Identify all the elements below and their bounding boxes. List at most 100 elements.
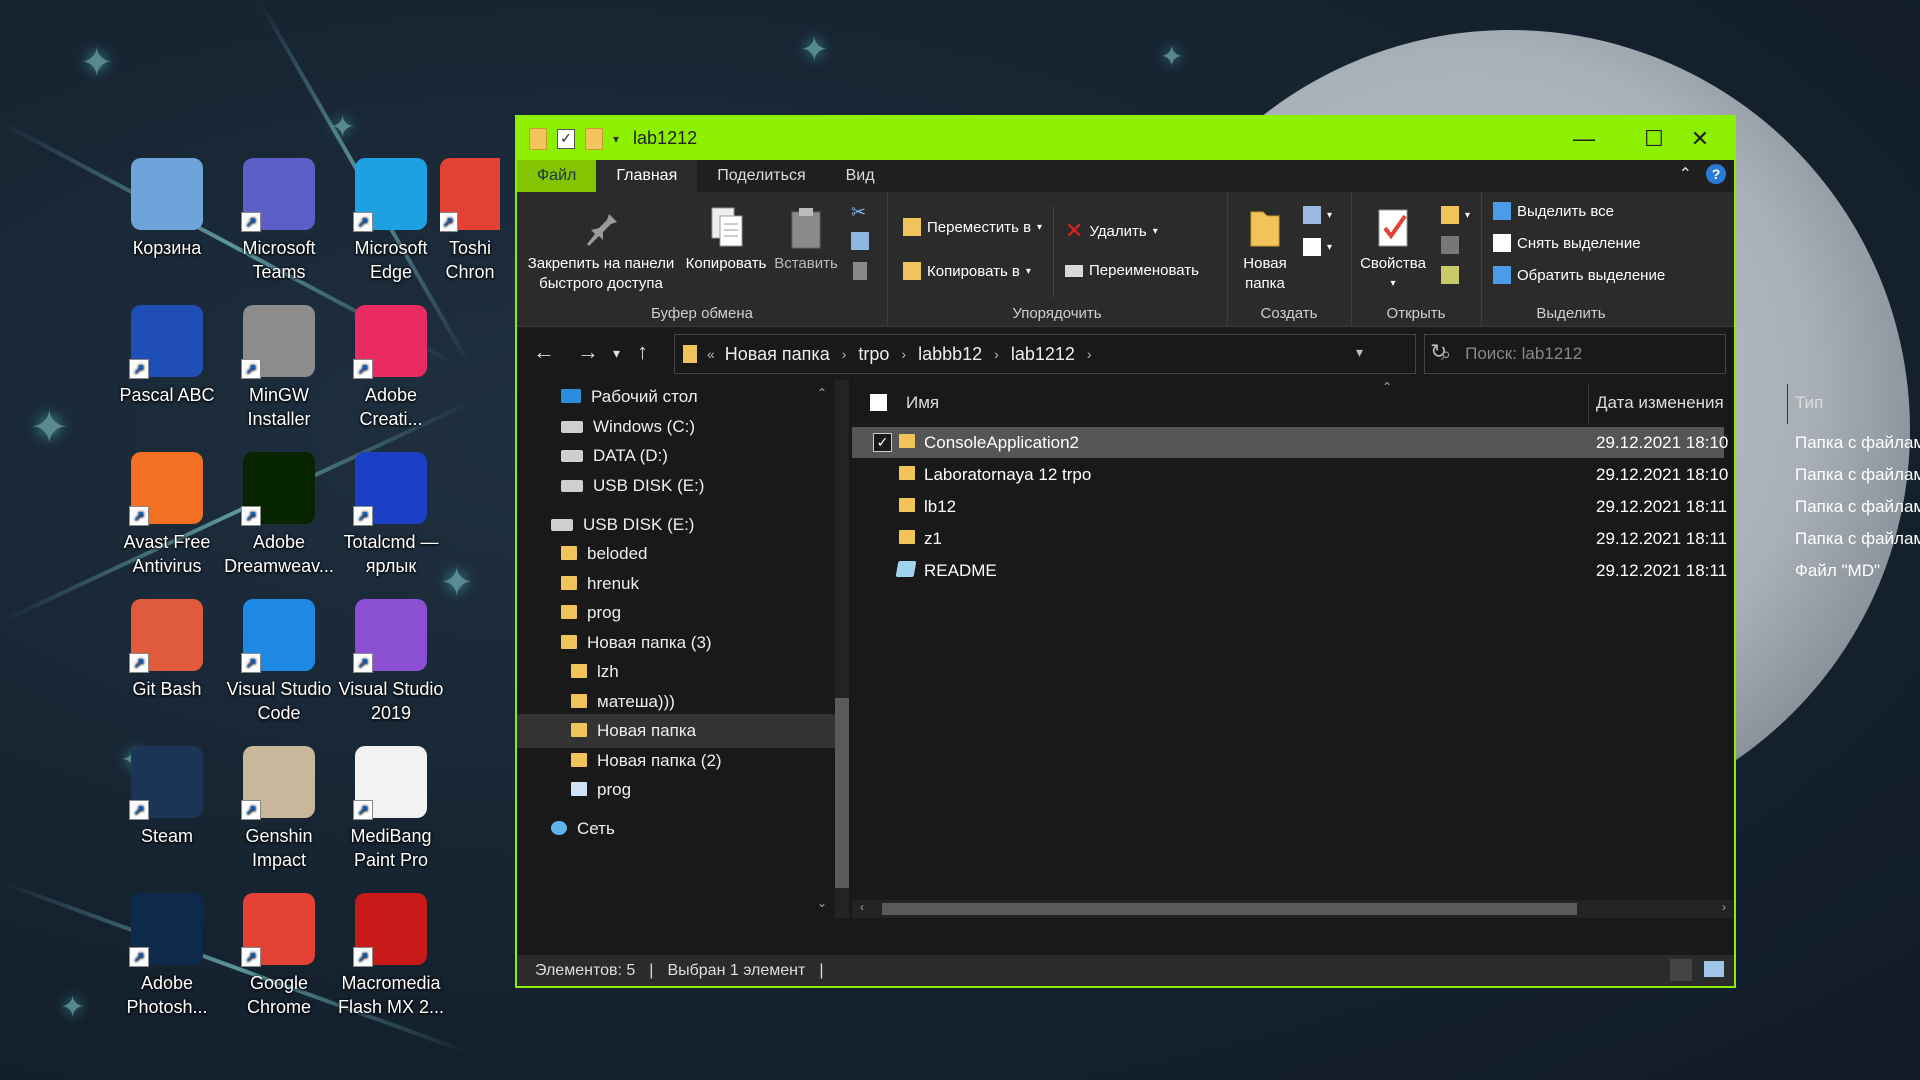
desktop-shortcut[interactable]: ↗ Google Chrome [224,893,334,1019]
address-bar[interactable]: « Новая папка › trpo › labbb12 › lab1212 › ▾ ↻ [674,334,1447,374]
desktop-shortcut-label: Google Chrome [246,973,312,1017]
tree-item[interactable]: Рабочий стол [517,380,835,414]
tab-file[interactable]: Файл [517,160,597,192]
select-all-checkbox[interactable] [870,394,887,411]
table-row[interactable]: ✓ ConsoleApplication2 29.12.2021 18:10 Папк… [852,427,1920,458]
breadcrumb-item[interactable]: trpo [858,344,889,365]
history-button[interactable] [1441,266,1459,284]
breadcrumb-item[interactable]: Новая папка [725,344,830,365]
rename-button[interactable]: Переименовать [1065,262,1199,279]
navigation-pane-scrollbar[interactable] [835,380,849,918]
column-type[interactable]: Тип [1795,393,1823,413]
scroll-down-icon[interactable]: ⌄ [817,896,827,910]
column-date[interactable]: Дата изменения [1596,393,1724,413]
desktop-shortcut[interactable]: ↗ Genshin Impact [224,746,334,872]
up-arrow-icon[interactable]: ↑ [637,339,648,365]
copy-path-button[interactable] [851,232,869,250]
scroll-left-icon[interactable]: ‹ [860,900,864,914]
close-button[interactable]: ✕ [1667,117,1733,160]
move-to-button[interactable]: Переместить в ▾ [903,218,1042,236]
paste-button[interactable]: Вставить [769,206,843,274]
tab-home[interactable]: Главная [596,160,698,192]
tree-item[interactable]: Новая папка [517,714,835,748]
table-row[interactable]: z1 29.12.2021 18:11 Папка с файлами [852,523,1920,554]
address-dropdown-chevron-icon[interactable]: ▾ [1356,344,1363,361]
copy-to-button[interactable]: Копировать в ▾ [903,262,1031,280]
desktop-shortcut[interactable]: ↗ Adobe Dreamweav... [224,452,334,578]
breadcrumb-chevron-icon[interactable]: › [994,346,999,362]
title-bar[interactable]: ✓ ▾ lab1212 — ☐ ✕ [517,117,1734,160]
breadcrumb-item[interactable]: labbb12 [918,344,982,365]
breadcrumb-chevron-icon[interactable]: › [842,346,847,362]
desktop-shortcut[interactable]: ↗ Visual Studio 2019 [336,599,446,725]
new-folder-button[interactable]: Новая папка [1235,206,1295,294]
pin-quick-access-button[interactable]: Закрепить на панели быстрого доступа [521,206,681,294]
breadcrumb-item[interactable]: lab1212 [1011,344,1075,365]
scroll-right-icon[interactable]: › [1722,900,1726,914]
desktop-shortcut[interactable]: ↗ Macromedia Flash MX 2... [336,893,446,1019]
desktop-shortcut[interactable]: ↗ Steam [112,746,222,848]
tree-item[interactable]: USB DISK (E:) [517,469,835,503]
copy-button[interactable]: Копировать [683,206,769,274]
new-folder-icon[interactable] [585,127,603,150]
desktop-shortcut[interactable]: ↗ Microsoft Teams [224,158,334,284]
tab-view[interactable]: Вид [826,160,895,192]
select-none-button[interactable]: Снять выделение [1493,234,1641,252]
tree-item[interactable]: beloded [517,537,835,571]
desktop-shortcut[interactable]: ↗ Microsoft Edge [336,158,446,284]
large-icons-view-icon[interactable] [1704,961,1724,977]
scroll-up-icon[interactable]: ⌃ [817,386,827,400]
desktop-shortcut[interactable]: ↗ Adobe Creati... [336,305,446,431]
tab-share[interactable]: Поделиться [697,160,825,192]
desktop-shortcut[interactable]: ↗ Toshi Chron [440,158,500,284]
tree-item[interactable]: prog [517,596,835,630]
scrollbar-thumb[interactable] [835,698,849,888]
breadcrumb-chevron-icon[interactable]: › [901,346,906,362]
table-row[interactable]: README 29.12.2021 18:11 Файл "MD" [852,555,1880,586]
collapse-ribbon-chevron-icon[interactable]: ⌃ [1679,164,1692,184]
column-divider[interactable] [1787,384,1788,424]
minimize-button[interactable]: — [1549,117,1619,160]
table-row[interactable]: lb12 29.12.2021 18:11 Папка с файлами [852,491,1920,522]
easy-access-button[interactable]: ▾ [1303,238,1332,256]
details-view-icon[interactable] [1670,959,1692,981]
tree-item[interactable]: lzh [517,655,835,689]
tree-item[interactable]: DATA (D:) [517,439,835,473]
breadcrumb-chevron-icon[interactable]: › [1087,346,1092,362]
search-input[interactable]: ⌕ Поиск: lab1212 [1424,334,1726,374]
horizontal-scrollbar[interactable]: ‹ › [852,900,1734,918]
desktop-shortcut[interactable]: ↗ Visual Studio Code [224,599,334,725]
recent-locations-chevron-icon[interactable]: ▾ [613,345,620,362]
invert-selection-button[interactable]: Обратить выделение [1493,266,1665,284]
desktop-shortcut[interactable]: ↗ Git Bash [112,599,222,701]
desktop-shortcut[interactable]: Корзина [112,158,222,260]
help-icon[interactable]: ? [1706,164,1726,184]
customize-qat-chevron-icon[interactable]: ▾ [613,132,619,146]
forward-arrow-icon[interactable]: → [577,339,599,365]
ribbon-divider [1053,206,1054,298]
breadcrumb-overflow-icon[interactable]: « [707,346,715,362]
row-checkbox[interactable]: ✓ [873,433,892,452]
cut-button[interactable]: ✂ [851,202,866,223]
tree-item[interactable]: prog [517,773,835,807]
desktop-shortcut[interactable]: ↗ Totalcmd — ярлык [336,452,446,578]
properties-check-icon[interactable]: ✓ [557,128,575,149]
desktop-shortcut[interactable]: ↗ Avast Free Antivirus [112,452,222,578]
select-all-button[interactable]: Выделить все [1493,202,1614,220]
column-divider[interactable] [1588,384,1589,424]
paste-shortcut-button[interactable] [853,262,867,280]
desktop-shortcut[interactable]: ↗ Adobe Photosh... [112,893,222,1019]
desktop-shortcut[interactable]: ↗ Pascal ABC [112,305,222,407]
delete-button[interactable]: ✕ Удалить ▾ [1065,218,1158,244]
column-name[interactable]: Имя [906,393,939,413]
desktop-shortcut[interactable]: ↗ MinGW Installer [224,305,334,431]
tree-item[interactable]: Сеть [517,812,835,846]
scrollbar-thumb[interactable] [882,903,1577,915]
new-item-button[interactable]: ▾ [1303,206,1332,224]
open-button[interactable]: ▾ [1441,206,1470,224]
properties-button[interactable]: Свойства ▾ [1355,206,1431,294]
edit-button[interactable] [1441,236,1459,254]
table-row[interactable]: Laboratornaya 12 trpo 29.12.2021 18:10 Пап… [852,459,1920,490]
back-arrow-icon[interactable]: ← [533,339,555,365]
desktop-shortcut[interactable]: ↗ MediBang Paint Pro [336,746,446,872]
